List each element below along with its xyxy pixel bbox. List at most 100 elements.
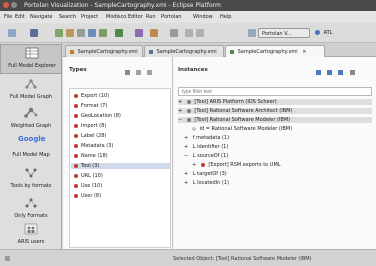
type-item-import[interactable]: Import (8) — [74, 123, 106, 129]
expand-icon[interactable]: + — [178, 108, 182, 114]
menu-modisco-editor[interactable]: Modisco Editor — [106, 14, 143, 20]
forward-icon[interactable] — [196, 29, 204, 37]
expand-icon[interactable]: + — [184, 135, 188, 141]
users-icon — [24, 223, 38, 235]
menu-help[interactable]: Help — [220, 14, 231, 20]
attribute-icon — [192, 126, 196, 131]
expand-icon[interactable]: + — [192, 162, 196, 168]
type-label: Format (7) — [81, 103, 108, 109]
google-logo-text: Google — [18, 135, 46, 143]
sort-alpha-icon[interactable] — [125, 70, 130, 75]
type-label: Tool (3) — [81, 163, 100, 169]
link-icon[interactable] — [66, 29, 74, 37]
collapse-all-icon[interactable] — [327, 70, 332, 75]
instance-row-rsm-export[interactable]: + [Export] RSM exports to UML — [192, 162, 281, 168]
reference-label: f metadata (1) — [192, 135, 230, 141]
reference-row-locatedin[interactable]: + L locatedIn (1) — [184, 180, 229, 186]
instance-row-rational-software-architect[interactable]: + [Tool] Rational Software Architect (IB… — [178, 108, 372, 114]
tools-formats-icon — [25, 168, 37, 178]
graph-tool-icon[interactable] — [88, 29, 96, 37]
run-icon[interactable] — [115, 29, 123, 37]
type-icon — [74, 123, 78, 128]
menu-run[interactable]: Run — [146, 14, 156, 20]
type-label: Export (10) — [81, 93, 110, 99]
sidebar-item-weighted-graph[interactable]: Weighted Graph — [0, 105, 62, 135]
sidebar-item-full-model-map[interactable]: Google Full Model Map — [0, 134, 62, 164]
expand-icon[interactable]: + — [184, 180, 188, 186]
sort-up-icon[interactable] — [136, 70, 141, 75]
collapse-icon[interactable]: − — [178, 117, 182, 123]
new-icon[interactable] — [8, 29, 16, 37]
sidebar-item-tools-by-formats[interactable]: Tools by formats — [0, 165, 62, 195]
back-icon[interactable] — [185, 29, 193, 37]
instances-filter-input[interactable] — [178, 87, 372, 96]
type-item-geolocation[interactable]: GeoLocation (8) — [74, 113, 121, 119]
expand-icon[interactable]: + — [184, 144, 188, 150]
xmi-file-icon — [70, 49, 74, 54]
perspective-atl-button[interactable]: ATL — [312, 28, 342, 38]
close-tab-icon[interactable]: × — [302, 49, 306, 55]
type-item-metadata[interactable]: Metadata (3) — [74, 143, 113, 149]
reference-row-targetof[interactable]: + L targetOf (3) — [184, 171, 227, 177]
reference-row-metadata[interactable]: + f metadata (1) — [184, 135, 229, 141]
type-item-label[interactable]: Label (28) — [74, 133, 106, 139]
close-window-icon[interactable] — [3, 2, 9, 8]
tab-samplecartography-3[interactable]: SampleCartography.xmi × — [225, 45, 325, 57]
link-editor-icon[interactable] — [338, 70, 343, 75]
expand-icon[interactable]: + — [184, 171, 188, 177]
sidebar-item-full-model-graph[interactable]: Full Model Graph — [0, 76, 62, 106]
type-icon — [74, 183, 78, 188]
fast-view-icon[interactable] — [5, 256, 10, 261]
type-item-url[interactable]: URL (10) — [74, 173, 103, 179]
open-perspective-icon[interactable] — [248, 29, 256, 37]
reference-label: L locatedIn (1) — [192, 180, 229, 186]
xmi-file-icon — [149, 49, 153, 54]
expand-all-icon[interactable] — [316, 70, 321, 75]
menu-portolan[interactable]: Portolan — [161, 14, 182, 20]
save-icon[interactable] — [30, 29, 38, 37]
tab-samplecartography-2[interactable]: SampleCartography.xmi — [144, 45, 224, 57]
menu-project[interactable]: Project — [81, 14, 98, 20]
copy-icon[interactable] — [77, 29, 85, 37]
menu-window[interactable]: Window — [193, 14, 213, 20]
type-item-user[interactable]: User (8) — [74, 193, 101, 199]
expand-icon[interactable]: + — [178, 99, 182, 105]
type-icon — [74, 113, 78, 118]
status-bar: Selected Object: [Tool] Rational Softwar… — [0, 249, 376, 266]
menu-search[interactable]: Search — [59, 14, 76, 20]
type-item-use[interactable]: Use (10) — [74, 183, 102, 189]
type-item-name[interactable]: Name (18) — [74, 153, 108, 159]
menu-navigate[interactable]: Navigate — [30, 14, 52, 20]
attribute-label: id = Rational Software Modeler (IBM) — [199, 126, 293, 132]
reference-label: L sourceOf (1) — [192, 153, 229, 159]
type-label: Use (10) — [81, 183, 103, 189]
dropdown-menu-icon[interactable] — [147, 70, 152, 75]
reference-row-identifier[interactable]: + L identifier (1) — [184, 144, 228, 150]
instance-row-rational-software-modeler[interactable]: − [Tool] Rational Software Modeler (IBM) — [178, 117, 372, 123]
reference-row-sourceof[interactable]: − L sourceOf (1) — [184, 153, 228, 159]
perspective-portolan-button[interactable]: Portolan V... — [258, 28, 310, 38]
sidebar-item-full-model-explorer[interactable]: Full Model Explorer — [0, 44, 62, 74]
tab-samplecartography-1[interactable]: SampleCartography.xmi — [65, 45, 143, 57]
view-menu-icon[interactable] — [350, 70, 355, 75]
instance-row-aris-platform[interactable]: + [Tool] ARIS Platform (IDS Scheer) — [178, 99, 372, 105]
debug-icon[interactable] — [135, 29, 143, 37]
menu-edit[interactable]: Edit — [15, 14, 25, 20]
xmi-file-icon — [230, 49, 234, 54]
type-item-tool[interactable]: Tool (3) — [71, 163, 170, 169]
menu-file[interactable]: File — [4, 14, 12, 20]
type-item-format[interactable]: Format (7) — [74, 103, 107, 109]
google-map-icon: Google — [18, 135, 46, 147]
search-icon[interactable] — [170, 29, 178, 37]
attribute-row-id[interactable]: id = Rational Software Modeler (IBM) — [192, 126, 292, 132]
sidebar-item-label: Only Formats — [14, 213, 48, 219]
external-tools-icon[interactable] — [150, 29, 158, 37]
type-item-export[interactable]: Export (10) — [74, 93, 109, 99]
collapse-icon[interactable]: − — [184, 153, 188, 159]
refresh-icon[interactable] — [55, 29, 63, 37]
type-icon — [74, 93, 78, 98]
tree-icon[interactable] — [99, 29, 107, 37]
sidebar-item-aris-users[interactable]: ARIS users — [0, 221, 62, 251]
types-pane: Types Export (10) Format (7) GeoLocation… — [63, 57, 173, 249]
minimize-window-icon[interactable] — [11, 2, 17, 8]
